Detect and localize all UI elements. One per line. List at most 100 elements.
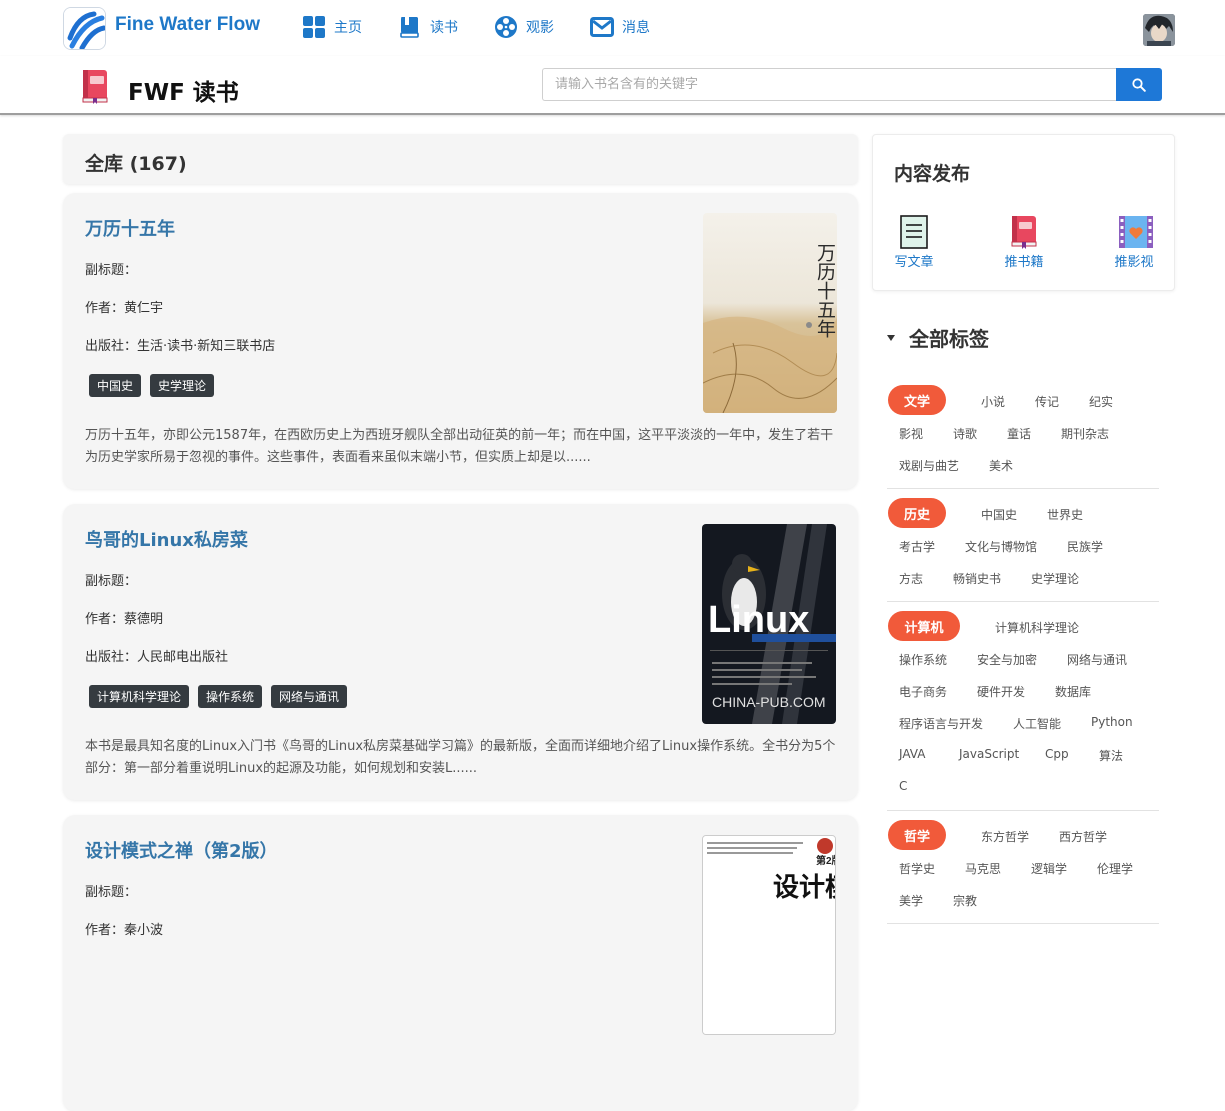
tag-item[interactable]: 数据库 (1055, 683, 1091, 700)
tag-category[interactable]: 哲学 (888, 820, 946, 850)
tag-item[interactable]: 文化与博物馆 (965, 538, 1037, 555)
all-tags-toggle[interactable]: 全部标签 (887, 323, 989, 352)
tag-item[interactable]: 网络与通讯 (1067, 651, 1127, 668)
book-tags: 计算机科学理论 操作系统 网络与通讯 (89, 685, 348, 708)
tag-item[interactable]: 影视 (899, 425, 923, 442)
recommend-film-icon (1118, 215, 1153, 249)
search-button[interactable] (1116, 68, 1162, 101)
nav-item-home-label: 主页 (334, 20, 362, 36)
book-tag[interactable]: 史学理论 (150, 374, 215, 397)
caret-down-icon (887, 334, 895, 341)
nav-item-reading-label: 读书 (430, 20, 458, 36)
all-tags-title: 全部标签 (909, 327, 989, 351)
brand-name[interactable]: Fine Water Flow (115, 14, 260, 36)
tag-item[interactable]: Python (1091, 715, 1133, 729)
tag-item[interactable]: 马克思 (965, 860, 1001, 877)
tag-item[interactable]: 美术 (989, 457, 1013, 474)
tag-item[interactable]: 操作系统 (899, 651, 947, 668)
book-title[interactable]: 设计模式之禅（第2版） (85, 837, 278, 863)
tag-item[interactable]: 计算机科学理论 (995, 619, 1079, 636)
tag-category[interactable]: 文学 (888, 385, 946, 415)
tag-item[interactable]: 东方哲学 (981, 828, 1029, 845)
tag-item[interactable]: 史学理论 (1031, 570, 1079, 587)
book-cover[interactable]: 万历十五年 (703, 213, 837, 413)
tag-item[interactable]: 纪实 (1089, 393, 1113, 410)
tag-item[interactable]: 民族学 (1067, 538, 1103, 555)
top-navbar: Fine Water Flow 主页 读书 观影 消息 (0, 0, 1225, 56)
tag-item[interactable]: 西方哲学 (1059, 828, 1107, 845)
book-title[interactable]: 万历十五年 (85, 215, 175, 241)
tag-item[interactable]: 算法 (1099, 747, 1123, 764)
book-tag[interactable]: 中国史 (89, 374, 142, 397)
book-card: 设计模式之禅（第2版） 副标题： 作者：秦小波 第2版 设计模式 (63, 815, 858, 1111)
logo-icon[interactable] (63, 7, 106, 50)
user-avatar[interactable] (1143, 14, 1175, 46)
book-subtitle: 副标题： (85, 885, 138, 900)
nav-item-messages-label: 消息 (622, 20, 650, 36)
book-tag[interactable]: 操作系统 (198, 685, 263, 708)
tag-item[interactable]: 世界史 (1047, 506, 1083, 523)
tag-group-computer: 计算机 计算机科学理论 操作系统 安全与加密 网络与通讯 电子商务 硬件开发 数… (887, 611, 1159, 811)
tag-item[interactable]: 戏剧与曲艺 (899, 457, 959, 474)
tag-item[interactable]: 畅销史书 (953, 570, 1001, 587)
book-tag[interactable]: 计算机科学理论 (89, 685, 190, 708)
tag-item[interactable]: 期刊杂志 (1061, 425, 1109, 442)
book-tag[interactable]: 网络与通讯 (271, 685, 348, 708)
tag-item[interactable]: 宗教 (953, 892, 977, 909)
book-subtitle: 副标题： (85, 263, 138, 278)
book-author: 作者：黄仁宇 (85, 301, 164, 316)
tag-item[interactable]: 美学 (899, 892, 923, 909)
book-card: 万历十五年 副标题： 作者：黄仁宇 出版社：生活·读书·新知三联书店 中国史 史… (63, 193, 858, 489)
publish-title: 内容发布 (894, 163, 971, 185)
tag-item[interactable]: 考古学 (899, 538, 935, 555)
tag-item[interactable]: 哲学史 (899, 860, 935, 877)
tag-item[interactable]: 电子商务 (899, 683, 947, 700)
recommend-book-icon (1008, 215, 1040, 249)
nav-item-reading[interactable]: 读书 (398, 14, 458, 40)
tag-item[interactable]: 逻辑学 (1031, 860, 1067, 877)
book-card: 鸟哥的Linux私房菜 副标题： 作者：蔡德明 出版社：人民邮电出版社 计算机科… (63, 504, 858, 800)
tag-item[interactable]: 小说 (981, 393, 1005, 410)
write-article-button[interactable]: 写文章 (884, 215, 944, 270)
nav-item-home[interactable]: 主页 (302, 14, 362, 40)
svg-text:第2版: 第2版 (816, 854, 836, 867)
book-cover-publisher-text: CHINA-PUB.COM (712, 694, 826, 710)
book-author: 作者：蔡德明 (85, 612, 164, 627)
book-description: 万历十五年，亦即公元1587年，在西欧历史上为西班牙舰队全部出动征英的前一年；而… (85, 428, 834, 465)
tag-item[interactable]: 中国史 (981, 506, 1017, 523)
tag-item[interactable]: C (899, 779, 907, 793)
tag-item[interactable]: Cpp (1045, 747, 1069, 761)
tag-category[interactable]: 历史 (888, 498, 946, 528)
tag-category[interactable]: 计算机 (888, 611, 960, 641)
book-title[interactable]: 鸟哥的Linux私房菜 (85, 526, 248, 552)
section-header: FWF 读书 (0, 56, 1225, 115)
tag-item[interactable]: JavaScript (959, 747, 1019, 761)
nav-item-messages[interactable]: 消息 (590, 14, 650, 40)
recommend-book-label: 推书籍 (1004, 255, 1044, 270)
book-cover[interactable]: Linux CHINA-PUB.COM (702, 524, 836, 724)
tag-item[interactable]: 伦理学 (1097, 860, 1133, 877)
recommend-book-button[interactable]: 推书籍 (994, 215, 1054, 270)
nav-item-movies[interactable]: 观影 (494, 14, 554, 40)
recommend-film-button[interactable]: 推影视 (1104, 215, 1164, 270)
grid-icon (302, 15, 326, 39)
book-subtitle: 副标题： (85, 574, 138, 589)
tag-item[interactable]: 诗歌 (953, 425, 977, 442)
tag-item[interactable]: 传记 (1035, 393, 1059, 410)
book-icon (398, 15, 422, 39)
tag-item[interactable]: JAVA (899, 747, 925, 761)
tag-item[interactable]: 人工智能 (1013, 715, 1061, 732)
tag-item[interactable]: 安全与加密 (977, 651, 1037, 668)
write-article-icon (898, 215, 930, 249)
tag-item[interactable]: 硬件开发 (977, 683, 1025, 700)
tag-group-philosophy: 哲学 东方哲学 西方哲学 哲学史 马克思 逻辑学 伦理学 美学 宗教 (887, 820, 1159, 924)
tag-item[interactable]: 程序语言与开发 (899, 715, 983, 732)
book-cover-text: 设计模式 (773, 873, 836, 903)
library-header: 全库 (167) (63, 134, 858, 184)
book-cover[interactable]: 第2版 设计模式 (702, 835, 836, 1035)
search-input[interactable] (542, 68, 1117, 101)
tag-item[interactable]: 方志 (899, 570, 923, 587)
tag-item[interactable]: 童话 (1007, 425, 1031, 442)
mail-icon (590, 15, 614, 39)
page-title: FWF 读书 (128, 80, 239, 106)
